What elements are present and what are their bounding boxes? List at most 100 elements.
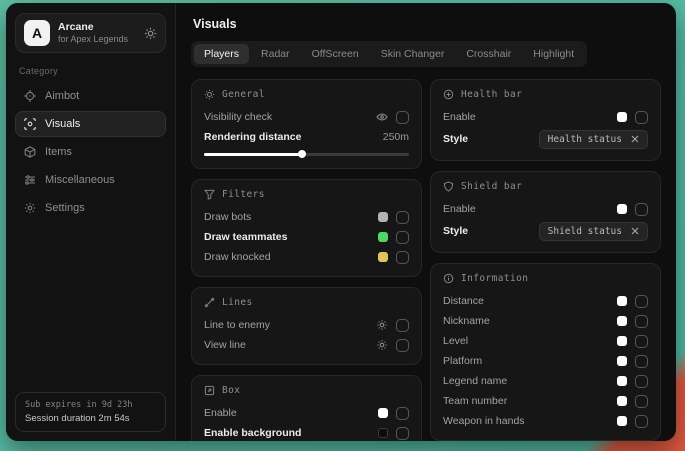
checkbox[interactable]: [396, 111, 409, 124]
shield-icon: [443, 181, 454, 192]
sidebar-item-label: Miscellaneous: [45, 174, 115, 186]
color-swatch[interactable]: [378, 232, 388, 242]
tab-crosshair[interactable]: Crosshair: [456, 44, 521, 64]
box-enable-background-row: Enable background: [204, 423, 409, 441]
box-icon: [204, 385, 215, 396]
section-title: Box: [222, 385, 240, 396]
shield-bar-card-header: Shield bar: [443, 181, 648, 192]
row-label: Line to enemy: [204, 319, 270, 331]
checkbox[interactable]: [635, 111, 648, 124]
sidebar-item-miscellaneous[interactable]: Miscellaneous: [15, 167, 166, 193]
sidebar-item-aimbot[interactable]: Aimbot: [15, 83, 166, 109]
page-title: Visuals: [193, 17, 659, 31]
session-duration-text: Session duration 2m 54s: [25, 413, 156, 424]
slider-knob[interactable]: [298, 150, 306, 158]
visuals-tabbar: Players Radar OffScreen Skin Changer Cro…: [191, 41, 587, 67]
sub-expires-text: Sub expires in 9d 23h: [25, 400, 156, 410]
rendering-distance-row: Rendering distance 250m: [204, 127, 409, 147]
box-card: Box Enable Enable background: [191, 375, 422, 441]
sidebar-item-visuals[interactable]: Visuals: [15, 111, 166, 137]
close-icon[interactable]: [631, 227, 639, 235]
draw-bots-row: Draw bots: [204, 207, 409, 227]
tab-highlight[interactable]: Highlight: [523, 44, 584, 64]
close-icon[interactable]: [631, 135, 639, 143]
app-logo: A: [24, 20, 50, 46]
sliders-icon: [24, 174, 36, 186]
selected-style-value: Health status: [548, 134, 622, 145]
filters-card-header: Filters: [204, 189, 409, 200]
filters-card: Filters Draw bots Draw teammates: [191, 179, 422, 277]
checkbox[interactable]: [635, 315, 648, 328]
sidebar: A Arcane for Apex Legends Category Aimbo…: [6, 3, 176, 441]
gear-icon[interactable]: [376, 339, 388, 351]
color-swatch[interactable]: [378, 212, 388, 222]
color-swatch[interactable]: [617, 416, 627, 426]
tab-offscreen[interactable]: OffScreen: [302, 44, 369, 64]
checkbox[interactable]: [396, 251, 409, 264]
sidebar-item-label: Items: [45, 146, 72, 158]
sidebar-item-label: Aimbot: [45, 90, 79, 102]
general-card-header: General: [204, 89, 409, 100]
health-bar-card-header: Health bar: [443, 89, 648, 100]
checkbox[interactable]: [635, 395, 648, 408]
box-enable-row: Enable: [204, 403, 409, 423]
checkbox[interactable]: [396, 407, 409, 420]
distance-row: Distance: [443, 291, 648, 311]
section-title: General: [222, 89, 265, 100]
color-swatch[interactable]: [378, 408, 388, 418]
shield-style-select[interactable]: Shield status: [539, 222, 648, 241]
row-label: Visibility check: [204, 111, 272, 123]
row-label: Weapon in hands: [443, 415, 525, 427]
tab-skin-changer[interactable]: Skin Changer: [371, 44, 455, 64]
checkbox[interactable]: [396, 231, 409, 244]
tab-players[interactable]: Players: [194, 44, 249, 64]
checkbox[interactable]: [396, 319, 409, 332]
eye-icon[interactable]: [376, 111, 388, 123]
checkbox[interactable]: [635, 375, 648, 388]
checkbox[interactable]: [396, 339, 409, 352]
color-swatch[interactable]: [617, 316, 627, 326]
color-swatch[interactable]: [617, 356, 627, 366]
settings-icon[interactable]: [144, 27, 157, 40]
checkbox[interactable]: [396, 427, 409, 440]
section-title: Health bar: [461, 89, 522, 100]
tab-radar[interactable]: Radar: [251, 44, 300, 64]
level-row: Level: [443, 331, 648, 351]
section-title: Lines: [222, 297, 253, 308]
gear-icon[interactable]: [376, 319, 388, 331]
color-swatch[interactable]: [617, 336, 627, 346]
main-panel: Visuals Players Radar OffScreen Skin Cha…: [176, 3, 676, 441]
row-label: Draw knocked: [204, 251, 271, 263]
color-swatch[interactable]: [617, 376, 627, 386]
checkbox[interactable]: [396, 211, 409, 224]
sidebar-item-items[interactable]: Items: [15, 139, 166, 165]
color-swatch[interactable]: [617, 296, 627, 306]
color-swatch[interactable]: [378, 252, 388, 262]
color-swatch[interactable]: [617, 204, 627, 214]
checkbox[interactable]: [635, 335, 648, 348]
checkbox[interactable]: [635, 355, 648, 368]
eye-scan-icon: [24, 118, 36, 130]
general-card: General Visibility check: [191, 79, 422, 169]
color-swatch[interactable]: [617, 396, 627, 406]
legend-name-row: Legend name: [443, 371, 648, 391]
row-label: Enable background: [204, 427, 301, 439]
checkbox[interactable]: [635, 295, 648, 308]
color-swatch[interactable]: [617, 112, 627, 122]
rendering-distance-slider[interactable]: [204, 149, 409, 159]
checkbox[interactable]: [635, 203, 648, 216]
health-bar-card: Health bar Enable Style Health status: [430, 79, 661, 161]
team-number-row: Team number: [443, 391, 648, 411]
color-swatch[interactable]: [378, 428, 388, 438]
health-style-select[interactable]: Health status: [539, 130, 648, 149]
sidebar-item-settings[interactable]: Settings: [15, 195, 166, 221]
slider-fill: [204, 153, 302, 156]
shield-enable-row: Enable: [443, 199, 648, 219]
checkbox[interactable]: [635, 415, 648, 428]
section-title: Shield bar: [461, 181, 522, 192]
row-label: Style: [443, 225, 468, 237]
app-subtitle: for Apex Legends: [58, 34, 136, 45]
health-style-row: Style Health status: [443, 127, 648, 151]
platform-row: Platform: [443, 351, 648, 371]
sidebar-item-label: Visuals: [45, 118, 80, 130]
